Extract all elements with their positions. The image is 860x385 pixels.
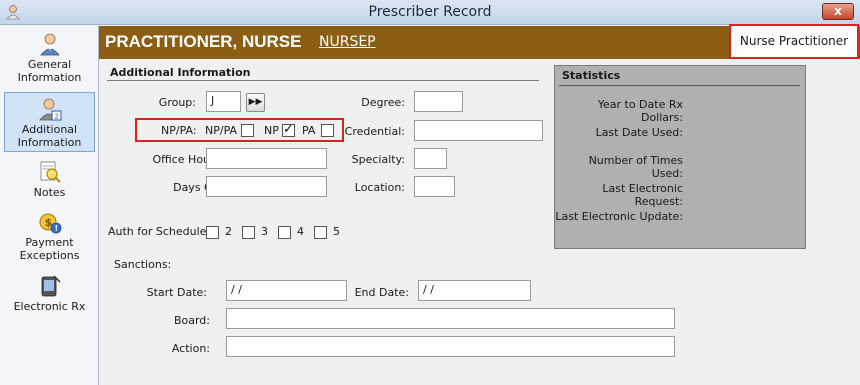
stat-last-electronic-update-label: Last Electronic Update: bbox=[555, 210, 683, 223]
person-icon bbox=[39, 33, 60, 56]
notes-magnify-icon bbox=[40, 161, 61, 183]
stat-ytd-rx-dollars-label: Year to Date Rx Dollars: bbox=[597, 98, 683, 124]
prescriber-role: Nurse Practitioner bbox=[739, 34, 849, 48]
section-divider bbox=[107, 80, 539, 81]
payment-coin-icon: $ ! bbox=[39, 213, 61, 234]
auth-schedule-4-label: 4 bbox=[297, 225, 304, 238]
close-button[interactable]: x bbox=[822, 3, 854, 20]
section-title: Additional Information bbox=[110, 66, 251, 79]
sidebar-item-label: Electronic Rx bbox=[13, 300, 86, 313]
auth-schedule-3-checkbox[interactable] bbox=[242, 226, 255, 239]
window-title: Prescriber Record bbox=[368, 4, 492, 20]
auth-schedule-5-label: 5 bbox=[333, 225, 340, 238]
pa-option-label: PA bbox=[302, 124, 316, 137]
nppa-option-label: NP/PA bbox=[205, 124, 238, 137]
end-date-input[interactable]: / / bbox=[418, 280, 531, 301]
sidebar-item-label: Payment Exceptions bbox=[19, 236, 80, 262]
stat-last-electronic-request-label: Last Electronic Request: bbox=[602, 182, 683, 208]
sidebar-item-additional-information[interactable]: 2 Additional Information bbox=[4, 92, 95, 152]
svg-text:!: ! bbox=[54, 224, 58, 233]
location-label: Location: bbox=[354, 181, 405, 194]
auth-schedule-4-checkbox[interactable] bbox=[278, 226, 291, 239]
electronic-rx-icon bbox=[41, 275, 61, 297]
nppa-checkbox[interactable] bbox=[241, 124, 254, 137]
days-off-input[interactable] bbox=[206, 176, 327, 197]
action-input[interactable] bbox=[226, 336, 675, 357]
main-content: Additional Information Group: J ▶▶ NP/PA… bbox=[99, 59, 860, 385]
end-date-label: End Date: bbox=[354, 286, 409, 299]
sidebar-item-label: General Information bbox=[17, 58, 82, 84]
sidebar: General Information 2 Additional Informa… bbox=[0, 26, 99, 385]
sidebar-item-label: Additional Information bbox=[17, 123, 82, 149]
stat-times-used-label: Number of Times Used: bbox=[588, 154, 683, 180]
prescriber-role-box: Nurse Practitioner bbox=[729, 24, 859, 59]
prescriber-header: PRACTITIONER, NURSE NURSEP Nurse Practit… bbox=[99, 24, 860, 59]
auth-schedule-5-checkbox[interactable] bbox=[314, 226, 327, 239]
sidebar-item-label: Notes bbox=[33, 186, 66, 199]
statistics-panel: Statistics Year to Date Rx Dollars: Last… bbox=[554, 65, 806, 249]
group-label: Group: bbox=[158, 96, 196, 109]
person-badge-icon: 2 bbox=[38, 98, 61, 121]
sidebar-item-notes[interactable]: Notes bbox=[4, 160, 95, 200]
board-label: Board: bbox=[173, 314, 210, 327]
start-date-label: Start Date: bbox=[146, 286, 207, 299]
np-checkbox[interactable] bbox=[282, 122, 295, 137]
action-label: Action: bbox=[171, 342, 210, 355]
stat-last-date-used-label: Last Date Used: bbox=[595, 126, 683, 139]
sidebar-item-general-information[interactable]: General Information bbox=[4, 32, 95, 90]
sidebar-item-electronic-rx[interactable]: Electronic Rx bbox=[4, 274, 95, 318]
title-bar: Prescriber Record x bbox=[0, 0, 860, 25]
auth-schedule-label: Auth for Schedule: bbox=[108, 225, 211, 238]
degree-label: Degree: bbox=[361, 96, 405, 109]
auth-schedule-3-label: 3 bbox=[261, 225, 268, 238]
nppa-label: NP/PA: bbox=[161, 124, 197, 137]
degree-input[interactable] bbox=[414, 91, 463, 112]
statistics-title: Statistics bbox=[562, 69, 621, 82]
auth-schedule-2-label: 2 bbox=[225, 225, 232, 238]
prescriber-code-link[interactable]: NURSEP bbox=[319, 34, 376, 50]
board-input[interactable] bbox=[226, 308, 675, 329]
np-option-label: NP bbox=[264, 124, 279, 137]
group-lookup-button[interactable]: ▶▶ bbox=[246, 93, 265, 112]
statistics-divider bbox=[559, 85, 800, 86]
pa-checkbox[interactable] bbox=[321, 124, 334, 137]
credential-input[interactable] bbox=[414, 120, 543, 141]
sidebar-item-payment-exceptions[interactable]: $ ! Payment Exceptions bbox=[4, 210, 95, 264]
group-input[interactable]: J bbox=[206, 91, 241, 112]
svg-text:2: 2 bbox=[54, 113, 58, 121]
location-input[interactable] bbox=[414, 176, 455, 197]
start-date-input[interactable]: / / bbox=[226, 280, 347, 301]
credential-label: Credential: bbox=[344, 125, 405, 138]
prescriber-name: PRACTITIONER, NURSE bbox=[105, 32, 302, 51]
auth-schedule-2-checkbox[interactable] bbox=[206, 226, 219, 239]
office-hours-input[interactable] bbox=[206, 148, 327, 169]
specialty-input[interactable] bbox=[414, 148, 447, 169]
specialty-label: Specialty: bbox=[351, 153, 405, 166]
sanctions-label: Sanctions: bbox=[114, 258, 172, 271]
